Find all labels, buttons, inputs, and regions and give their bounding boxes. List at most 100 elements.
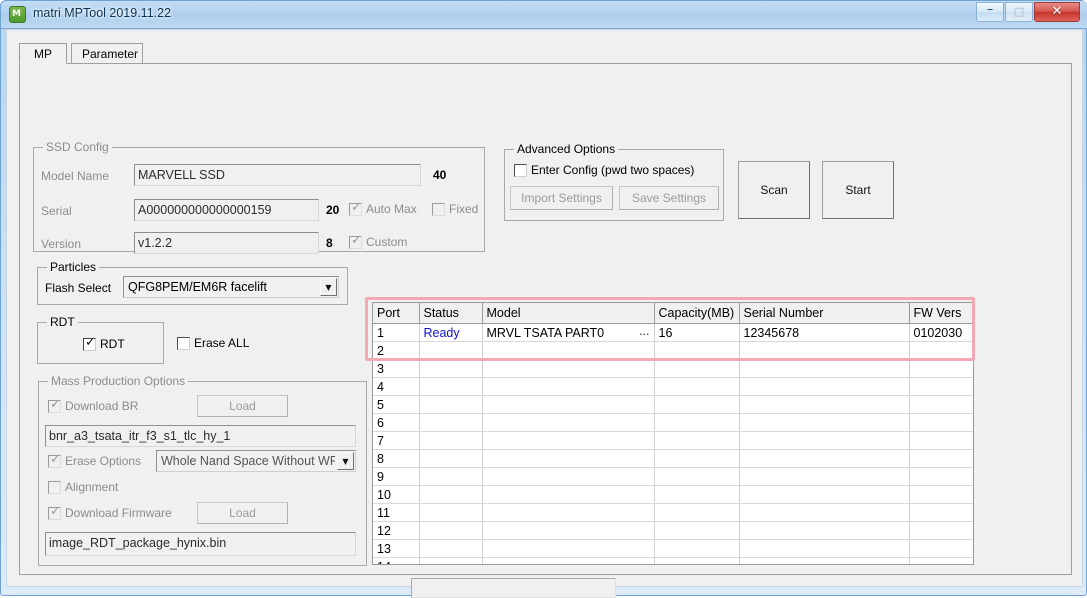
rdt-label: RDT bbox=[100, 337, 125, 351]
download-br-check-icon: ✓ bbox=[50, 397, 61, 412]
cell-model bbox=[482, 521, 655, 540]
cell-port: 4 bbox=[373, 377, 420, 396]
serial-input[interactable]: A000000000000000159 bbox=[134, 199, 319, 221]
app-logo-glyph: M bbox=[12, 9, 21, 19]
advanced-options-group: Advanced Options Enter Config (pwd two s… bbox=[504, 143, 724, 221]
flash-select-dropdown[interactable]: QFG8PEM/EM6R facelift ▼ bbox=[123, 276, 339, 298]
cell-status bbox=[419, 539, 483, 558]
table-row[interactable]: 6 bbox=[373, 413, 973, 432]
column-header-port[interactable]: Port bbox=[373, 303, 420, 324]
custom-check-icon: ✓ bbox=[351, 233, 362, 248]
cell-capacity bbox=[654, 377, 740, 396]
br-file-input[interactable]: bnr_a3_tsata_itr_f3_s1_tlc_hy_1 bbox=[45, 425, 356, 447]
client-area: MP Parameter SSD Config Model Name MARVE… bbox=[6, 29, 1083, 598]
cell-model bbox=[482, 503, 655, 522]
cell-serial-number bbox=[739, 395, 910, 414]
serial-label: Serial bbox=[41, 204, 72, 218]
cell-fw-version bbox=[909, 395, 973, 414]
tab-mp-label: MP bbox=[34, 47, 52, 61]
rdt-group: RDT ✓ RDT bbox=[37, 316, 164, 364]
cell-model bbox=[482, 431, 655, 450]
column-header-serial-number[interactable]: Serial Number bbox=[739, 303, 910, 324]
table-row[interactable]: 9 bbox=[373, 467, 973, 486]
cell-port: 6 bbox=[373, 413, 420, 432]
download-br-load-button[interactable]: Load bbox=[197, 395, 288, 417]
import-settings-label: Import Settings bbox=[521, 191, 602, 205]
cell-serial-number bbox=[739, 413, 910, 432]
cell-serial-number bbox=[739, 503, 910, 522]
table-row[interactable]: 11 bbox=[373, 503, 973, 522]
flash-select-dropdown-button[interactable]: ▼ bbox=[320, 278, 337, 296]
auto-max-label: Auto Max bbox=[366, 202, 417, 216]
cell-status bbox=[419, 413, 483, 432]
maximize-button[interactable]: □ bbox=[1005, 2, 1033, 22]
save-settings-button[interactable]: Save Settings bbox=[619, 186, 719, 210]
cell-model bbox=[482, 449, 655, 468]
cell-fw-version bbox=[909, 467, 973, 486]
cell-model bbox=[482, 485, 655, 504]
column-header-capacity[interactable]: Capacity(MB) bbox=[654, 303, 740, 324]
cell-capacity bbox=[654, 341, 740, 360]
download-br-label: Download BR bbox=[65, 399, 139, 413]
download-firmware-load-label: Load bbox=[229, 506, 256, 520]
enter-config-checkbox-box bbox=[514, 164, 527, 177]
model-name-input[interactable]: MARVELL SSD bbox=[134, 164, 421, 186]
maximize-icon: □ bbox=[1013, 5, 1025, 18]
erase-options-dropdown-button[interactable]: ▼ bbox=[337, 452, 354, 470]
column-header-fw-version[interactable]: FW Vers bbox=[909, 303, 973, 324]
tab-mp[interactable]: MP bbox=[19, 43, 67, 64]
erase-options-value: Whole Nand Space Without WPE bbox=[161, 454, 335, 468]
table-row[interactable]: 14 bbox=[373, 557, 973, 564]
cell-status: Ready bbox=[419, 323, 483, 342]
cell-serial-number bbox=[739, 485, 910, 504]
table-row[interactable]: 12 bbox=[373, 521, 973, 540]
start-button[interactable]: Start bbox=[822, 161, 894, 219]
scan-button[interactable]: Scan bbox=[738, 161, 810, 219]
table-row[interactable]: 8 bbox=[373, 449, 973, 468]
close-button[interactable]: ✕ bbox=[1034, 2, 1080, 22]
table-row[interactable]: 7 bbox=[373, 431, 973, 450]
mass-production-title: Mass Production Options bbox=[48, 375, 189, 387]
device-table[interactable]: Port Status Model Capacity(MB) Serial Nu… bbox=[372, 302, 974, 565]
fixed-label: Fixed bbox=[449, 202, 479, 216]
cell-model bbox=[482, 467, 655, 486]
cell-capacity bbox=[654, 413, 740, 432]
table-row[interactable]: 5 bbox=[373, 395, 973, 414]
cell-serial-number bbox=[739, 431, 910, 450]
firmware-file-input[interactable]: image_RDT_package_hynix.bin bbox=[45, 532, 356, 556]
table-row[interactable]: 2 bbox=[373, 341, 973, 360]
flash-select-label: Flash Select bbox=[45, 281, 112, 295]
table-row[interactable]: 4 bbox=[373, 377, 973, 396]
column-header-status[interactable]: Status bbox=[419, 303, 483, 324]
cell-serial-number bbox=[739, 359, 910, 378]
cell-fw-version bbox=[909, 521, 973, 540]
table-row[interactable]: 13 bbox=[373, 539, 973, 558]
erase-options-dropdown[interactable]: Whole Nand Space Without WPE ▼ bbox=[156, 450, 356, 472]
minimize-button[interactable]: – bbox=[976, 2, 1004, 22]
chevron-down-icon: ▼ bbox=[342, 457, 349, 466]
erase-all-label: Erase ALL bbox=[194, 336, 250, 350]
cell-capacity bbox=[654, 359, 740, 378]
cell-serial-number bbox=[739, 557, 910, 564]
cell-port: 14 bbox=[373, 557, 420, 564]
cell-status bbox=[419, 485, 483, 504]
download-firmware-load-button[interactable]: Load bbox=[197, 502, 288, 524]
save-settings-label: Save Settings bbox=[631, 191, 707, 205]
column-header-model[interactable]: Model bbox=[482, 303, 655, 324]
cell-port: 12 bbox=[373, 521, 420, 540]
table-row[interactable]: 10 bbox=[373, 485, 973, 504]
cell-fw-version: 0102030 bbox=[909, 323, 973, 342]
table-row[interactable]: 3 bbox=[373, 359, 973, 378]
cell-capacity bbox=[654, 503, 740, 522]
version-input[interactable]: v1.2.2 bbox=[134, 232, 319, 254]
chevron-down-icon: ▼ bbox=[325, 283, 332, 292]
erase-options-label: Erase Options bbox=[65, 454, 142, 468]
cell-capacity: 16 bbox=[654, 323, 740, 342]
cell-status bbox=[419, 431, 483, 450]
import-settings-button[interactable]: Import Settings bbox=[510, 186, 613, 210]
particles-group: Particles Flash Select QFG8PEM/EM6R face… bbox=[37, 261, 348, 305]
tab-parameter[interactable]: Parameter bbox=[71, 43, 143, 64]
table-row[interactable]: 1 Ready MRVL TSATA PART0... 16 12345678 01020… bbox=[373, 323, 973, 342]
title-bar: M matri MPTool 2019.11.22 – □ ✕ bbox=[1, 1, 1087, 29]
cell-port: 3 bbox=[373, 359, 420, 378]
